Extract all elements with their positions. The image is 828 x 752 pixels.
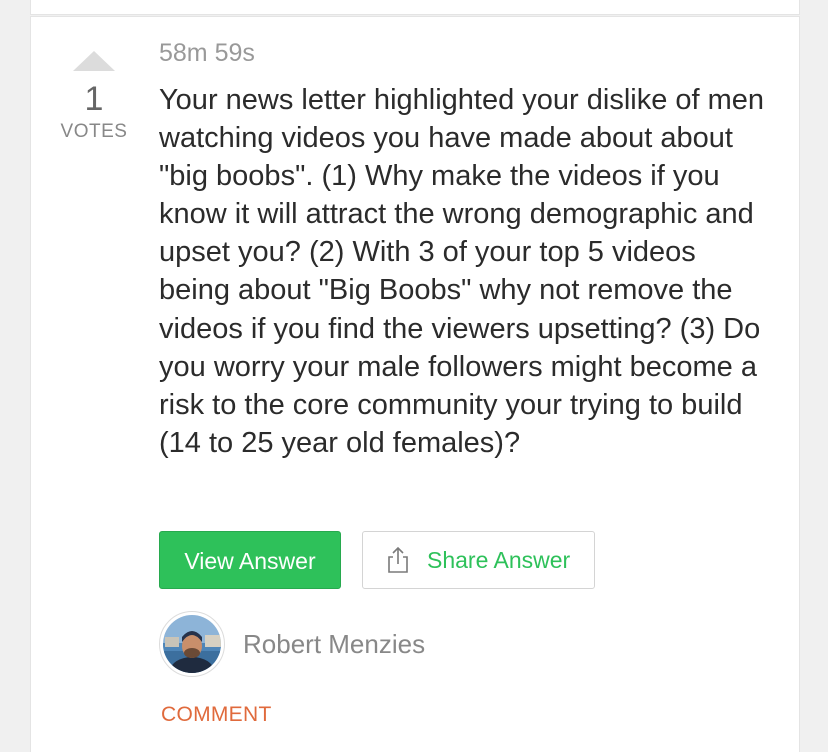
question-timer: 58m 59s [159,39,255,67]
share-icon [383,545,413,575]
author-row: Robert Menzies [159,611,425,677]
vote-widget: 1 VOTES [59,51,129,143]
previous-card [30,0,800,15]
upvote-arrow-icon[interactable] [73,51,115,71]
votes-label: VOTES [60,121,128,142]
share-answer-label: Share Answer [427,546,571,573]
question-card: 1 VOTES 58m 59s Your news letter highlig… [30,16,800,752]
comment-link[interactable]: COMMENT [161,703,272,727]
share-answer-button[interactable]: Share Answer [362,531,595,589]
vote-count: 1 [84,80,104,118]
question-text: Your news letter highlighted your dislik… [159,84,765,459]
author-name[interactable]: Robert Menzies [243,629,425,660]
avatar[interactable] [159,611,225,677]
page: 1 VOTES 58m 59s Your news letter highlig… [0,0,828,752]
view-answer-button[interactable]: View Answer [159,531,341,589]
